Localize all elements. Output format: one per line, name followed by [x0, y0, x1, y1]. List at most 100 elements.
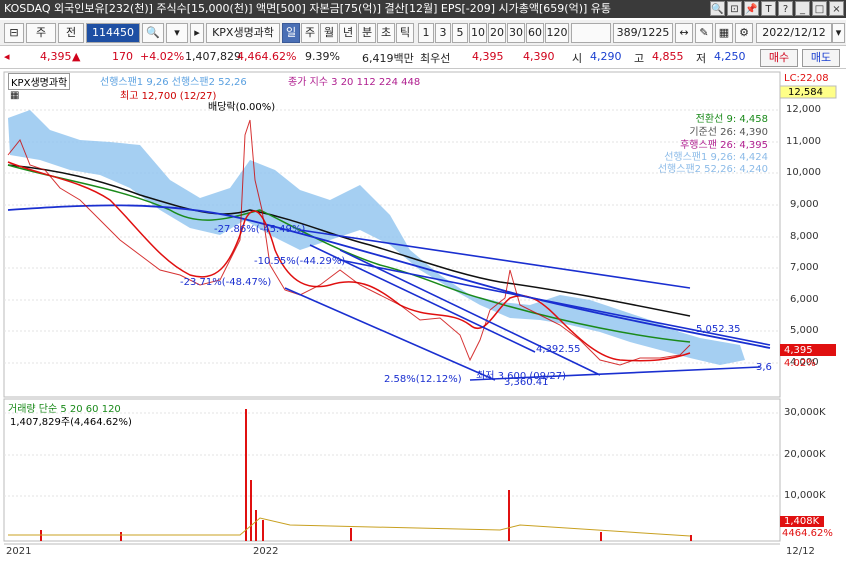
volume-axis-10000k: 10,000K [784, 490, 826, 501]
ma-legend: 종가 지수 3 20 112 224 448 [288, 77, 421, 88]
prev-arrow-icon[interactable]: ◂ [4, 50, 10, 63]
trend-value-2: 4,392.55 [536, 344, 581, 355]
title-bar: KOSDAQ 외국인보유[232(천)] 주식수[15,000(천)] 액면[5… [0, 0, 846, 18]
interval-5[interactable]: 5 [452, 23, 468, 43]
lc-value: 12,584 [788, 87, 823, 98]
x-label-last: 12/12 [786, 546, 815, 557]
prev-icon[interactable]: ▸ [190, 23, 204, 43]
price-axis-9000: 9,000 [790, 199, 819, 210]
annotation-drop-3: -23.71%(-48.47%) [180, 277, 272, 288]
page-count: 389/1225 [613, 23, 673, 43]
volume-axis-20000k: 20,000K [784, 449, 826, 460]
trend-value-1: 5,052.35 [696, 324, 741, 335]
code-input[interactable]: 114450 [86, 23, 140, 43]
interval-20[interactable]: 20 [488, 23, 506, 43]
sell-button[interactable]: 매도 [802, 49, 840, 67]
change-value: 170 [112, 50, 133, 63]
calendar-icon[interactable]: ▾ [832, 23, 845, 43]
annotation-drop-2: -10.55%(-44.29%) [254, 256, 346, 267]
low-label: 저 [696, 52, 707, 65]
close-button[interactable]: × [829, 1, 844, 16]
volume-value: 1,407,829 [185, 50, 241, 63]
interval-10[interactable]: 10 [469, 23, 487, 43]
high-annotation: 최고 12,700 (12/27) [120, 91, 217, 102]
expand-icon[interactable]: ↔ [675, 23, 693, 43]
draw-icon[interactable]: ✎ [695, 23, 713, 43]
interval-3[interactable]: 3 [435, 23, 451, 43]
bid-price: 4,390 [523, 50, 555, 63]
tab-second[interactable]: 초 [377, 23, 395, 43]
tab-week[interactable]: 주 [301, 23, 319, 43]
gear-icon[interactable]: ⚙ [735, 23, 753, 43]
search-icon[interactable]: 🔍 [710, 1, 725, 16]
annotation-rise: 2.58%(12.12%) [384, 374, 462, 385]
tab-day[interactable]: 일 [282, 23, 300, 43]
minimize-button[interactable]: _ [795, 1, 810, 16]
trend-value-3: 3,360.41 [504, 377, 549, 388]
window-buttons: 🔍 ⊡ 📌 T ? _ □ × [710, 1, 844, 16]
trade-amount: 6,419백만 [362, 52, 414, 65]
maximize-button[interactable]: □ [812, 1, 827, 16]
main-toolbar: ⊟ 주 전 114450 🔍 ▾ ▸ KPX생명과학 일 주 월 년 분 초 틱… [0, 20, 846, 46]
menu-icon[interactable]: ⊟ [4, 23, 24, 43]
lc-label: LC:22,08 [784, 73, 829, 84]
volume-percent: 4,464.62% [237, 50, 297, 63]
text-icon[interactable]: T [761, 1, 776, 16]
type-select[interactable]: 주 [26, 23, 56, 43]
trend-value-4: 3,6 [756, 362, 772, 373]
x-label-2022: 2022 [253, 546, 279, 557]
current-pct-tag: 4.02% [784, 358, 816, 369]
tab-tick[interactable]: 틱 [396, 23, 414, 43]
tab-month[interactable]: 월 [320, 23, 338, 43]
price-axis-7000: 7,000 [790, 262, 819, 273]
interval-120[interactable]: 120 [545, 23, 569, 43]
open-price: 4,290 [590, 50, 622, 63]
turnover-ratio: 9.39% [305, 50, 340, 63]
price-axis-12000: 12,000 [786, 104, 821, 115]
chart-area[interactable]: KPX생명과학 선행스팬1 9,26 선행스팬2 52,26 종가 지수 3 2… [0, 70, 846, 565]
price-axis-6000: 6,000 [790, 294, 819, 305]
grid-icon[interactable]: ▦ [715, 23, 733, 43]
filter-icon[interactable]: ▾ [166, 23, 188, 43]
annotation-drop-1: -27.86%(-45.49%) [214, 224, 306, 235]
open-label: 시 [572, 52, 583, 65]
search-icon[interactable]: 🔍 [142, 23, 164, 43]
volume-tag: 1,408K [784, 516, 820, 527]
volume-axis-30000k: 30,000K [784, 407, 826, 418]
quote-bar: ◂ 4,395 ▲ 170 +4.02% 1,407,829 4,464.62%… [0, 47, 846, 69]
price-axis-10000: 10,000 [786, 167, 821, 178]
stock-name: KPX생명과학 [206, 23, 280, 43]
current-price-tag: 4,395 [784, 345, 813, 356]
chart-settings-icon[interactable]: ▦ [10, 90, 19, 101]
ichimoku-legend: 선행스팬1 9,26 선행스팬2 52,26 [100, 77, 247, 88]
dividend-annotation: 배당락(0.00%) [208, 102, 276, 113]
high-price: 4,855 [652, 50, 684, 63]
leading-span2-label: 선행스팬2 52,26: 4,240 [657, 164, 768, 175]
price-axis-11000: 11,000 [786, 136, 821, 147]
price-axis-5000: 5,000 [790, 325, 819, 336]
low-price: 4,250 [714, 50, 746, 63]
change-arrow: ▲ [72, 50, 81, 63]
volume-pct-tag: 4464.62% [782, 528, 833, 539]
volume-value: 1,407,829주(4,464.62%) [10, 417, 132, 428]
interval-30[interactable]: 30 [507, 23, 525, 43]
best-quote-label: 최우선 [420, 52, 451, 65]
price-axis-8000: 8,000 [790, 231, 819, 242]
tab-minute[interactable]: 분 [358, 23, 376, 43]
stock-name-label: KPX생명과학 [8, 73, 71, 90]
market-select[interactable]: 전 [58, 23, 84, 43]
pin-icon[interactable]: 📌 [744, 1, 759, 16]
buy-button[interactable]: 매수 [760, 49, 798, 67]
x-label-2021: 2021 [6, 546, 32, 557]
current-price: 4,395 [40, 50, 72, 63]
interval-custom[interactable] [571, 23, 611, 43]
help-icon[interactable]: ? [778, 1, 793, 16]
change-percent: +4.02% [140, 50, 185, 63]
interval-60[interactable]: 60 [526, 23, 544, 43]
interval-1[interactable]: 1 [418, 23, 434, 43]
layout-icon[interactable]: ⊡ [727, 1, 742, 16]
ask-price: 4,395 [472, 50, 504, 63]
date-field[interactable]: 2022/12/12 [756, 23, 832, 43]
window-title: KOSDAQ 외국인보유[232(천)] 주식수[15,000(천)] 액면[5… [4, 2, 612, 15]
tab-year[interactable]: 년 [339, 23, 357, 43]
